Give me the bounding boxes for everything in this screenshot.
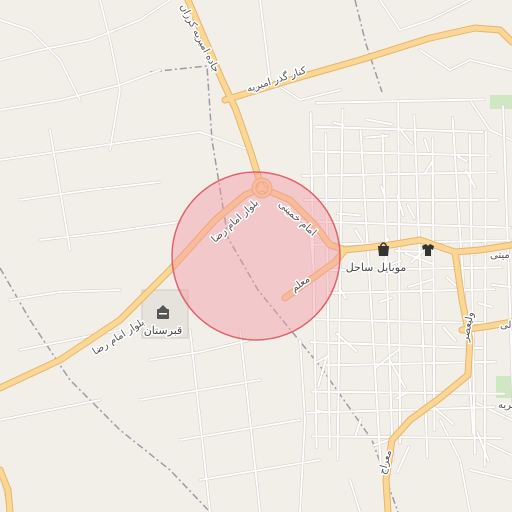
street-segment <box>354 228 364 243</box>
street-segment <box>483 130 487 467</box>
road-label-amirieh: امیریه <box>498 400 512 411</box>
street-segment <box>406 203 416 220</box>
road-label-jadeh-amirieh: جاده امیریه کرزان <box>177 2 221 74</box>
street-segment <box>396 445 410 474</box>
road-label-east: میتی <box>490 250 510 261</box>
street-segment <box>336 108 344 461</box>
park-area <box>490 95 512 109</box>
street-segment <box>309 341 484 350</box>
poi-label-cemetery: قبرستان <box>144 324 183 337</box>
street-segment <box>442 326 457 342</box>
map-svg: بلوار امام رضا بلوار امام رضا کنار گذر ا… <box>0 0 512 512</box>
road-label-far-east: لی <box>500 320 511 331</box>
poi-label-shop: موبایل ساحل <box>346 261 407 274</box>
street-segment <box>365 118 393 126</box>
map-canvas[interactable]: بلوار امام رضا بلوار امام رضا کنار گذر ا… <box>0 0 512 512</box>
street-segment <box>359 129 382 466</box>
street-segment <box>394 250 424 253</box>
location-radius-circle[interactable] <box>171 171 341 341</box>
